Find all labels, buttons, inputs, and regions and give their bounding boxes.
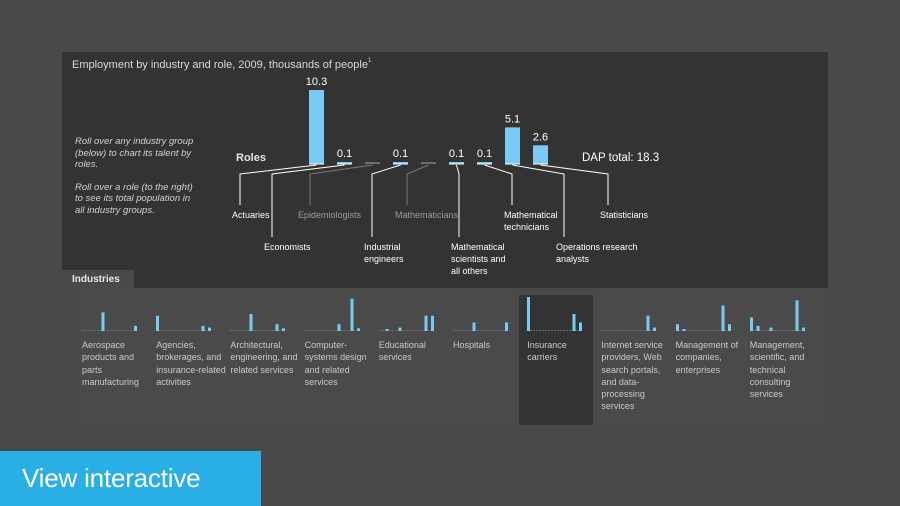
leader-line (309, 164, 373, 205)
mini-bar (156, 315, 160, 331)
value-label: 5.1 (505, 113, 520, 125)
mini-bar (527, 297, 531, 331)
role-label-mathematical-technicians[interactable]: Mathematical technicians (504, 209, 572, 233)
bar-epidemiologists[interactable] (365, 162, 380, 164)
industry-item[interactable]: Educational services (371, 295, 445, 425)
industry-label: Management, scientific, and technical co… (749, 340, 805, 400)
mini-bar (101, 312, 105, 331)
leader-line (540, 164, 609, 205)
mini-bar (424, 315, 428, 331)
mini-bar (795, 300, 799, 331)
mini-bar (337, 324, 341, 331)
value-label: 0.1 (337, 148, 352, 160)
mini-bar (282, 328, 286, 331)
leader-line (456, 164, 460, 237)
value-label: 10.3 (306, 76, 327, 88)
mini-bar (472, 322, 476, 331)
industry-item[interactable]: Hospitals (445, 295, 519, 425)
value-label: 0.1 (393, 148, 408, 160)
mini-bar (749, 317, 753, 331)
leader-line (406, 164, 429, 205)
value-label: 2.6 (533, 131, 548, 143)
industry-label: Management of companies, enterprises (675, 340, 739, 375)
role-label-operations-research-analysts[interactable]: Operations research analysts (556, 241, 640, 265)
view-interactive-button[interactable]: View interactive (0, 451, 261, 506)
mini-bar (430, 315, 434, 331)
bar-statisticians[interactable] (533, 145, 548, 164)
mini-bar (572, 314, 576, 331)
mini-bar (275, 324, 279, 331)
role-label-industrial-engineers[interactable]: Industrial engineers (364, 241, 416, 265)
industry-item[interactable]: Architectural, engineering, and related … (222, 295, 297, 425)
mini-bar (134, 325, 137, 331)
chart-panel: Employment by industry and role, 2009, t… (62, 52, 828, 288)
mini-bar (579, 322, 583, 331)
industry-item[interactable]: Agencies, brokerages, and insurance-rela… (148, 295, 226, 425)
bar-actuaries[interactable] (309, 90, 324, 164)
industry-mini-chart (675, 305, 731, 331)
mini-bar (385, 329, 389, 331)
mini-bar (675, 324, 679, 331)
mini-bar (505, 322, 508, 331)
industry-label: Educational services (378, 340, 426, 363)
mini-bar (646, 315, 650, 331)
bar-mathematicians[interactable] (421, 162, 436, 164)
industry-mini-chart (378, 315, 434, 331)
industry-item[interactable]: Management, scientific, and technical co… (742, 295, 816, 425)
role-label-economists[interactable]: Economists (264, 241, 344, 253)
mini-bar (727, 324, 731, 331)
value-label: 0.1 (449, 148, 464, 160)
mini-bar (653, 327, 657, 331)
industry-label: Internet service providers, Web search p… (601, 340, 663, 412)
industry-label: Computer-systems design and related serv… (304, 340, 367, 387)
industry-label: Aerospace products and parts manufacturi… (82, 340, 140, 387)
leader-line (239, 164, 317, 205)
value-label: 0.1 (477, 148, 492, 160)
industry-mini-chart (230, 314, 286, 331)
role-bar-chart: 10.3 0.1 0.1 0.1 0.1 5.1 2.6 (239, 76, 609, 237)
role-label-epidemiologists[interactable]: Epidemiologists (298, 209, 378, 221)
view-interactive-label: View interactive (22, 463, 201, 493)
industry-item[interactable]: Insurance carriers (519, 295, 594, 425)
role-label-mathematical-scientists-and-all-others[interactable]: Mathematical scientists and all others (451, 241, 515, 277)
industry-mini-chart (453, 322, 508, 331)
industry-label: Architectural, engineering, and related … (230, 340, 298, 375)
industry-mini-chart (527, 297, 583, 331)
industry-item[interactable]: Aerospace products and parts manufacturi… (74, 295, 148, 425)
industry-mini-chart (156, 315, 212, 331)
mini-bar (682, 329, 686, 331)
industry-mini-chart (749, 300, 805, 331)
mini-bar (769, 327, 773, 331)
industry-mini-chart (601, 315, 657, 331)
bar-operations-research-analysts[interactable] (505, 127, 520, 164)
industry-label: Agencies, brokerages, and insurance-rela… (156, 340, 226, 387)
industry-mini-chart (304, 298, 360, 331)
mini-bar (201, 325, 205, 331)
industry-item[interactable]: Management of companies, enterprises (668, 295, 742, 425)
mini-bar (249, 314, 253, 331)
mini-bar (350, 298, 354, 331)
mini-bar (801, 327, 805, 331)
mini-bar (756, 325, 760, 331)
role-label-statisticians[interactable]: Statisticians (600, 209, 680, 221)
role-label-mathematicians[interactable]: Mathematicians (395, 209, 475, 221)
mini-bar (721, 305, 725, 331)
leader-line (484, 164, 513, 205)
industries-panel: Aerospace products and parts manufacturi… (75, 288, 828, 426)
leader-line (271, 164, 345, 237)
industry-label: Insurance carriers (527, 340, 567, 363)
industry-label: Hospitals (453, 340, 491, 350)
leader-line (371, 164, 401, 237)
industries-tab[interactable]: Industries (62, 270, 134, 288)
industry-item[interactable]: Internet service providers, Web search p… (593, 295, 667, 425)
industry-item[interactable]: Computer-systems design and related serv… (297, 295, 371, 425)
industry-mini-chart (82, 312, 137, 331)
mini-bar (356, 328, 360, 331)
industries-tab-label: Industries (72, 274, 120, 285)
mini-bar (398, 327, 402, 331)
mini-bar (208, 327, 212, 331)
